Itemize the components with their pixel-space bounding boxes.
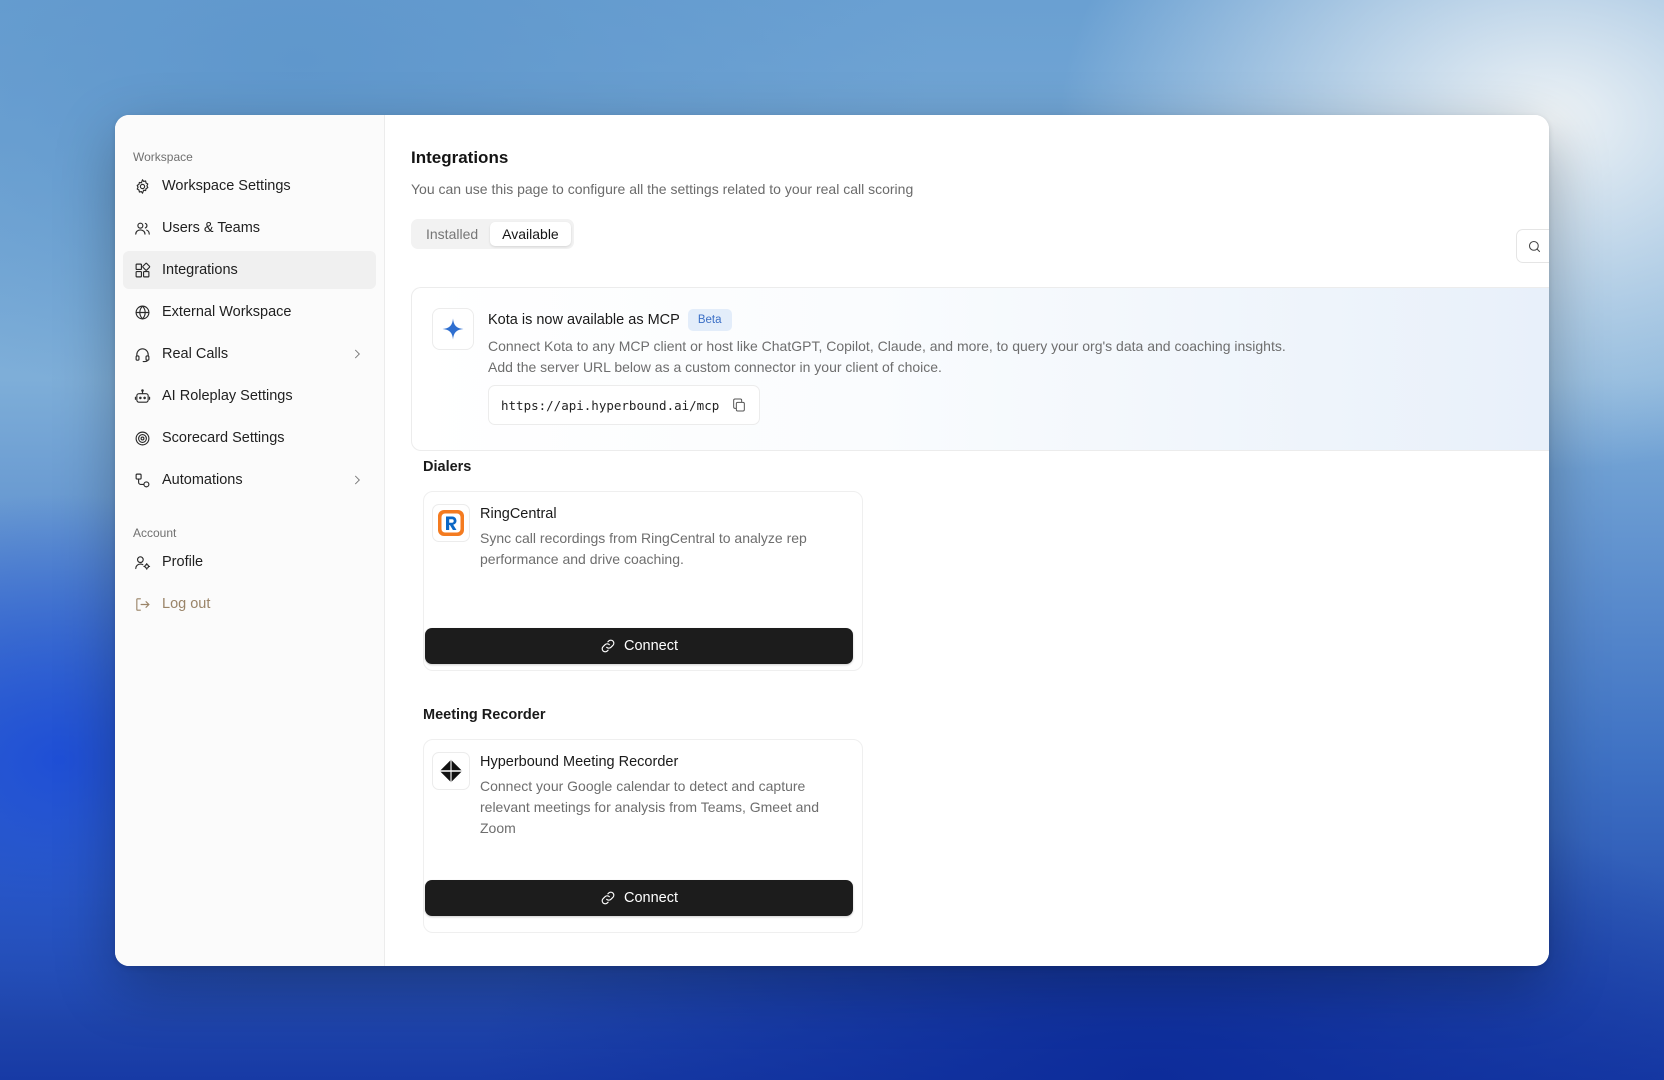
link-icon [600, 638, 624, 654]
sidebar-item-label: Scorecard Settings [162, 430, 285, 446]
globe-icon [133, 303, 151, 321]
integration-card-hyperbound-meeting-recorder: Hyperbound Meeting Recorder Connect your… [423, 739, 863, 933]
connect-button[interactable]: Connect [425, 880, 853, 916]
chevron-right-icon [350, 347, 364, 361]
search-button[interactable] [1516, 229, 1549, 263]
page-title: Integrations [411, 148, 509, 167]
sidebar-item-external-workspace[interactable]: External Workspace [123, 293, 376, 331]
integration-name: Hyperbound Meeting Recorder [480, 754, 679, 770]
beta-badge: Beta [687, 309, 732, 331]
group-title-meeting-recorder: Meeting Recorder [423, 707, 546, 723]
bot-icon [133, 387, 151, 405]
headset-icon [133, 345, 151, 363]
sidebar-item-ai-roleplay-settings[interactable]: AI Roleplay Settings [123, 377, 376, 415]
sidebar-item-workspace-settings[interactable]: Workspace Settings [123, 167, 376, 205]
sidebar-item-logout[interactable]: Log out [123, 585, 376, 623]
integration-name: RingCentral [480, 506, 557, 522]
sidebar: Workspace Workspace Settings Users & Tea… [115, 115, 385, 966]
group-title-dialers: Dialers [423, 459, 472, 475]
sidebar-item-users-teams[interactable]: Users & Teams [123, 209, 376, 247]
main-content: Integrations You can use this page to co… [385, 115, 1549, 966]
sidebar-item-label: Log out [162, 596, 211, 612]
sidebar-item-label: Integrations [162, 262, 238, 278]
sidebar-item-profile[interactable]: Profile [123, 543, 376, 581]
sidebar-item-label: External Workspace [162, 304, 292, 320]
tab-installed[interactable]: Installed [414, 222, 490, 246]
workspace-section-label: Workspace [133, 150, 193, 164]
sparkle-icon [432, 308, 474, 350]
mcp-description-line: Connect Kota to any MCP client or host l… [488, 338, 1286, 354]
mcp-title-text: Kota is now available as MCP [488, 312, 680, 328]
sidebar-item-label: AI Roleplay Settings [162, 388, 293, 404]
connect-button-label: Connect [623, 638, 678, 654]
app-window: Workspace Workspace Settings Users & Tea… [115, 115, 1549, 966]
page-subtitle: You can use this page to configure all t… [411, 181, 914, 197]
sidebar-item-label: Profile [162, 554, 204, 570]
sidebar-item-label: Users & Teams [162, 220, 261, 236]
mcp-description-line: Add the server URL below as a custom con… [488, 359, 942, 375]
mcp-url: https://api.hyperbound.ai/mcp [501, 397, 720, 413]
mcp-banner: Kota is now available as MCP Beta Connec… [411, 287, 1549, 451]
sidebar-item-scorecard-settings[interactable]: Scorecard Settings [123, 419, 376, 457]
mcp-url-box: https://api.hyperbound.ai/mcp [488, 385, 761, 425]
integration-card-ringcentral: RingCentral Sync call recordings from Ri… [423, 491, 863, 671]
target-icon [133, 429, 151, 447]
sidebar-item-label: Workspace Settings [162, 178, 291, 194]
connect-button-label: Connect [623, 890, 678, 906]
workflow-icon [133, 471, 151, 489]
sidebar-item-label: Automations [162, 472, 243, 488]
tab-group: Installed Available [411, 219, 574, 249]
mcp-title: Kota is now available as MCP Beta [488, 309, 732, 331]
users-icon [133, 219, 151, 237]
link-icon [600, 890, 624, 906]
mcp-description: Connect Kota to any MCP client or host l… [488, 336, 1388, 378]
user-gear-icon [133, 553, 151, 571]
integration-description: Connect your Google calendar to detect a… [480, 778, 820, 836]
account-section-label: Account [133, 526, 177, 540]
sidebar-item-integrations[interactable]: Integrations [123, 251, 376, 289]
sidebar-item-real-calls[interactable]: Real Calls [123, 335, 376, 373]
copy-icon[interactable] [731, 397, 747, 413]
chevron-right-icon [350, 473, 364, 487]
tab-available[interactable]: Available [490, 222, 571, 246]
gear-icon [133, 177, 151, 195]
hyperbound-logo [432, 752, 470, 790]
integration-description: Sync call recordings from RingCentral to… [480, 530, 807, 567]
logout-icon [133, 595, 151, 613]
connect-button[interactable]: Connect [425, 628, 853, 664]
ringcentral-logo [432, 504, 470, 542]
integrations-icon [133, 261, 151, 279]
sidebar-item-automations[interactable]: Automations [123, 461, 376, 499]
search-icon [1527, 239, 1542, 254]
sidebar-item-label: Real Calls [162, 346, 229, 362]
